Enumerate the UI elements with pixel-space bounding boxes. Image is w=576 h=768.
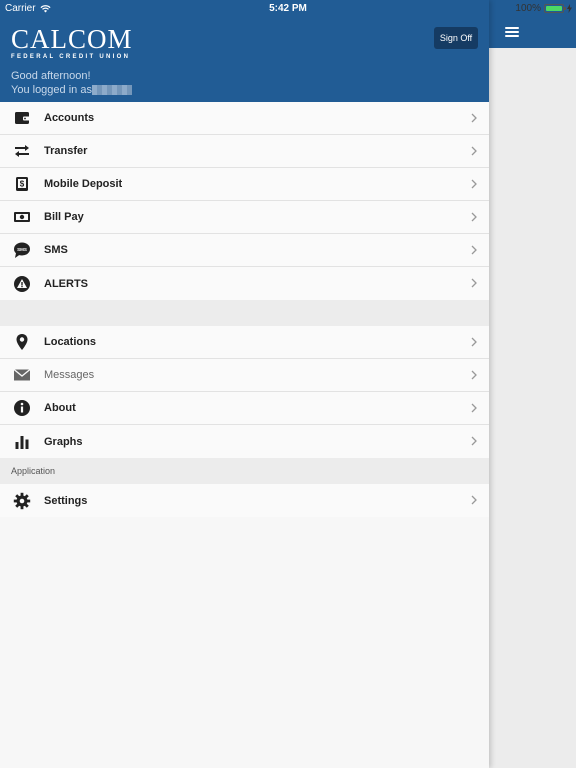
section-spacer [0,300,489,326]
menu-item-alerts[interactable]: ALERTS [0,267,489,300]
svg-text:$: $ [19,180,24,189]
chevron-right-icon [471,245,477,255]
alert-icon [0,275,44,293]
money-bill-icon [0,208,44,226]
menu-item-settings[interactable]: Settings [0,484,489,517]
menu-item-mobile-deposit[interactable]: $ Mobile Deposit [0,168,489,201]
svg-text:SMS: SMS [17,247,27,252]
status-time: 5:42 PM [269,3,307,14]
greeting-text: Good afternoon! [11,70,91,82]
chevron-right-icon [471,179,477,189]
menu-item-label: About [44,402,76,414]
sign-off-button[interactable]: Sign Off [434,27,478,49]
menu-item-label: Mobile Deposit [44,178,123,190]
bar-chart-icon [0,433,44,451]
sms-bubble-icon: SMS [0,241,44,259]
menu-item-label: Locations [44,336,96,348]
menu-item-sms[interactable]: SMS SMS [0,234,489,267]
logo-tagline: FEDERAL CREDIT UNION [11,54,131,60]
menu-item-label: Graphs [44,435,83,448]
chevron-right-icon [471,337,477,347]
chevron-right-icon [471,436,477,446]
chevron-right-icon [471,113,477,123]
menu-item-label: Transfer [44,145,88,157]
hamburger-menu-icon[interactable] [505,27,519,37]
wallet-icon [0,109,44,127]
menu-group-info: Locations Messages About Graphs [0,326,489,458]
envelope-icon [0,366,44,384]
redacted-username [91,85,132,96]
greeting-block: Good afternoon! You logged in as [11,69,132,97]
menu-item-label: ALERTS [44,277,88,290]
menu-item-label: Messages [44,369,95,381]
section-header-application: Application [0,458,489,484]
chevron-right-icon [471,370,477,380]
gear-icon [0,492,44,510]
status-bar: Carrier 5:42 PM 100% [0,0,576,17]
menu-item-label: Accounts [44,112,95,124]
map-pin-icon [0,333,44,351]
logged-in-label: You logged in as [11,84,92,96]
menu-group-application: Settings [0,484,489,517]
logo-wordmark: CALCOM [11,24,133,54]
menu-item-accounts[interactable]: Accounts [0,102,489,135]
chevron-right-icon [471,146,477,156]
transfer-arrows-icon [0,142,44,160]
battery-percent: 100% [515,3,541,14]
info-icon [0,399,44,417]
logged-in-text: You logged in as [11,83,132,97]
menu-item-locations[interactable]: Locations [0,326,489,359]
battery-icon [544,4,566,13]
menu-item-label: Bill Pay [44,211,84,223]
menu-item-bill-pay[interactable]: Bill Pay [0,201,489,234]
menu-item-graphs[interactable]: Graphs [0,425,489,458]
menu-item-transfer[interactable]: Transfer [0,135,489,168]
charging-bolt-icon [567,4,572,13]
content-area [489,0,576,768]
chevron-right-icon [471,212,477,222]
calcom-logo: CALCOM FEDERAL CREDIT UNION [11,24,133,61]
menu-item-label: SMS [44,244,68,256]
chevron-right-icon [471,403,477,413]
mobile-deposit-icon: $ [0,175,44,193]
chevron-right-icon [471,495,477,505]
menu-group-main: Accounts Transfer $ Mobile Deposit Bill … [0,102,489,300]
chevron-right-icon [471,278,477,288]
menu-item-label: Settings [44,494,88,507]
menu-item-messages[interactable]: Messages [0,359,489,392]
status-right: 100% [515,3,572,14]
menu-item-about[interactable]: About [0,392,489,425]
side-menu: CALCOM FEDERAL CREDIT UNION Sign Off Goo… [0,0,489,768]
